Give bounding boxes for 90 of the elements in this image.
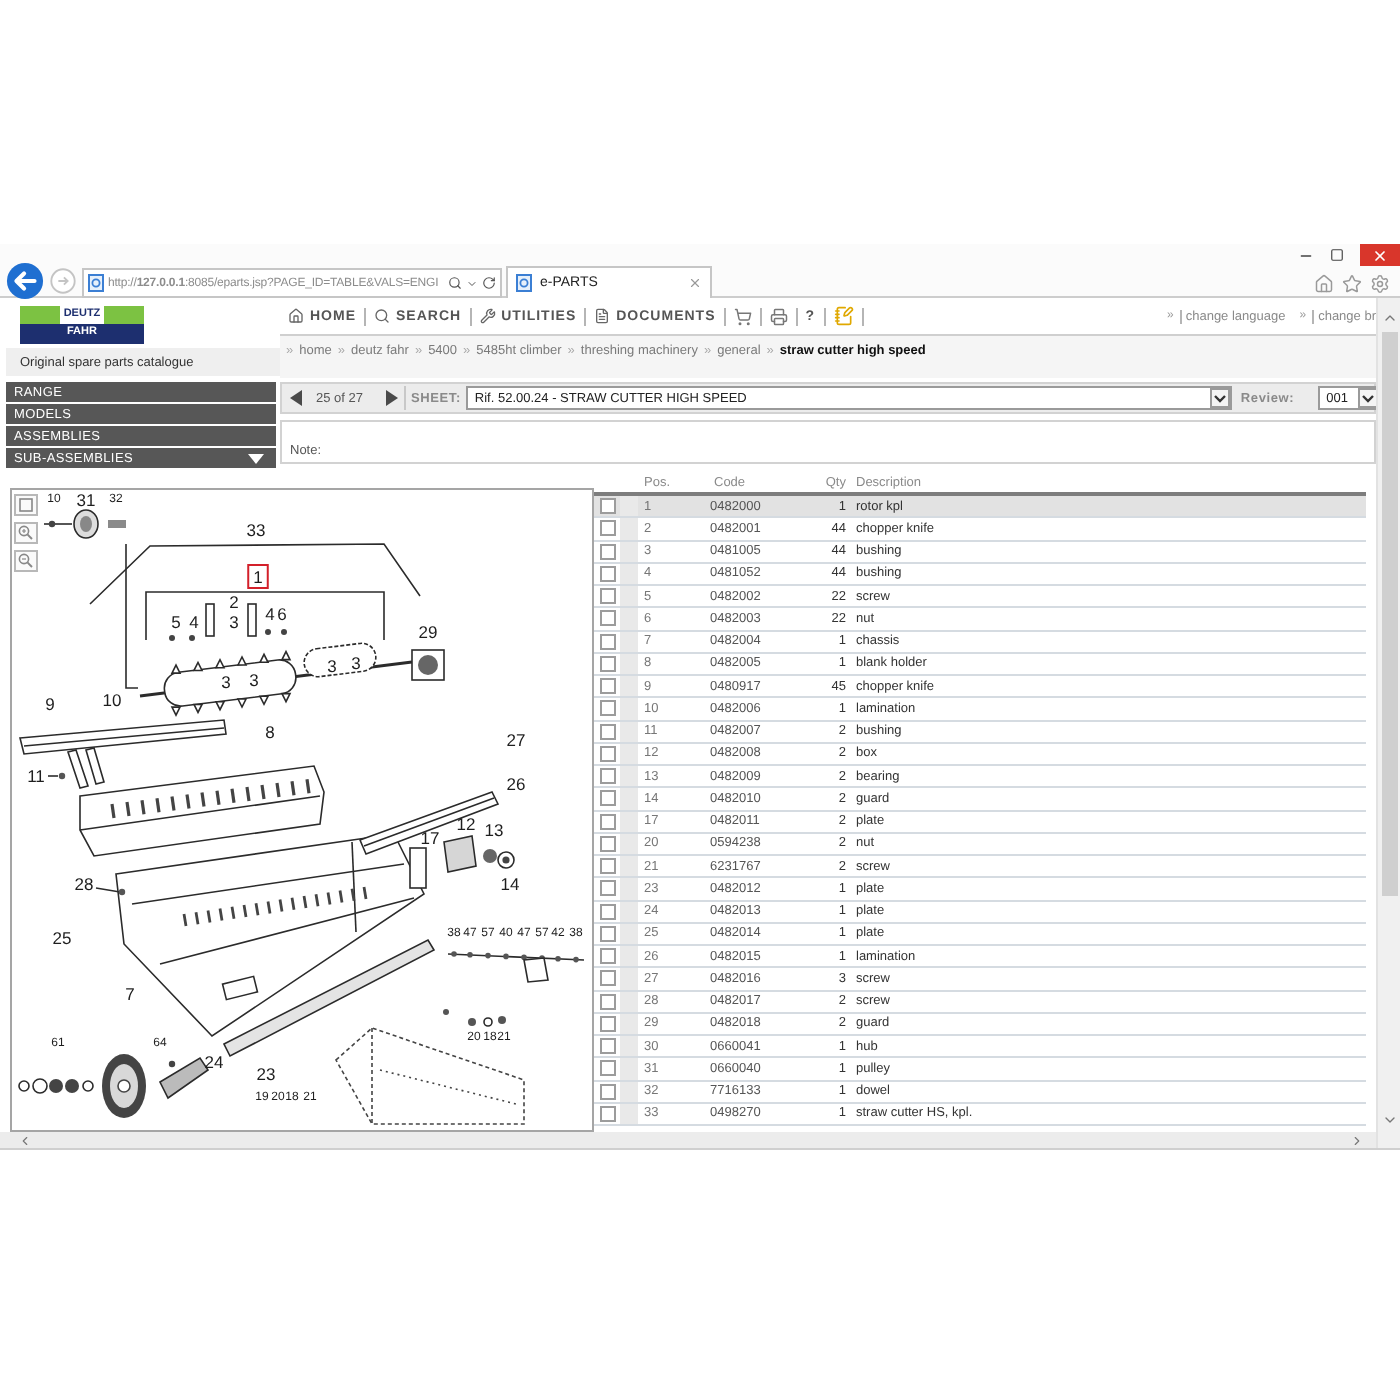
next-triangle-icon[interactable] (385, 390, 397, 406)
callout-number[interactable]: 23 (256, 1064, 276, 1084)
row-checkbox[interactable] (600, 678, 616, 695)
star-icon[interactable] (1342, 274, 1362, 294)
close-icon[interactable] (688, 276, 702, 290)
callout-number[interactable]: 13 (484, 820, 504, 840)
row-checkbox[interactable] (600, 1083, 616, 1100)
row-checkbox[interactable] (600, 543, 616, 560)
scroll-down-icon[interactable] (1381, 1112, 1397, 1128)
home-icon[interactable] (1314, 274, 1334, 294)
row-checkbox[interactable] (600, 745, 616, 762)
row-checkbox[interactable] (600, 1060, 616, 1077)
callout-number[interactable]: 7 (125, 984, 135, 1004)
row-checkbox[interactable] (600, 655, 616, 672)
callout-number[interactable]: 5 (171, 612, 181, 632)
callout-number[interactable]: 3 (327, 656, 337, 676)
callout-number[interactable]: 17 (420, 828, 440, 848)
callout-number[interactable]: 31 (76, 490, 96, 510)
row-checkbox[interactable] (600, 790, 616, 807)
row-checkbox[interactable] (600, 700, 616, 717)
maximize-icon[interactable] (1330, 248, 1344, 262)
callout-number[interactable]: 3 (221, 672, 231, 692)
zoom-out-icon[interactable] (14, 550, 38, 572)
close-icon (1372, 247, 1388, 263)
row-checkbox[interactable] (600, 948, 616, 965)
callout-number[interactable]: 28 (74, 874, 94, 894)
row-checkbox[interactable] (600, 498, 616, 515)
callout-number[interactable]: 12 (456, 814, 476, 834)
row-checkbox[interactable] (600, 1105, 616, 1122)
callout-number[interactable]: 3 (351, 653, 361, 673)
page-icon (88, 274, 104, 292)
callout-number[interactable]: 9 (45, 694, 55, 714)
row-checkbox[interactable] (600, 970, 616, 987)
scroll-up-icon[interactable] (1381, 310, 1397, 326)
callout-number[interactable]: 2 (229, 592, 239, 612)
previous-triangle-icon[interactable] (290, 390, 302, 406)
scroll-left-icon[interactable] (18, 1133, 32, 1147)
row-checkbox[interactable] (600, 565, 616, 582)
row-checkbox[interactable] (600, 588, 616, 605)
callout-number[interactable]: 29 (418, 622, 438, 642)
callout-number[interactable]: 8 (265, 722, 275, 742)
callout-number[interactable]: 26 (506, 774, 526, 794)
callout-number[interactable]: 3 (229, 612, 239, 632)
caret-icon[interactable] (466, 277, 478, 289)
scrollbar-thumb[interactable] (1381, 332, 1397, 896)
callout-number[interactable]: 4 (189, 612, 199, 632)
dropdown-triangle-icon[interactable] (248, 453, 264, 463)
zoom-in-icon[interactable] (14, 522, 38, 544)
row-checkbox[interactable] (600, 813, 616, 830)
fit-view-icon[interactable] (14, 494, 38, 516)
wrench-icon (479, 308, 496, 324)
row-checkbox[interactable] (600, 835, 616, 852)
hub-drawing (43, 509, 126, 539)
scroll-right-icon[interactable] (1350, 1133, 1364, 1147)
search-icon[interactable] (448, 276, 462, 290)
notepad-icon[interactable] (833, 306, 854, 326)
close-window-button[interactable] (1360, 244, 1400, 266)
callout-number[interactable]: 24 (204, 1052, 224, 1072)
callout-number[interactable]: 4 (265, 604, 275, 624)
row-checkbox[interactable] (600, 768, 616, 785)
refresh-icon[interactable] (482, 276, 496, 290)
callout-number[interactable]: 1 (247, 564, 269, 589)
row-checkbox[interactable] (600, 880, 616, 897)
row-checkbox[interactable] (600, 520, 616, 537)
cart-icon[interactable] (733, 307, 752, 325)
settings-icon[interactable] (1370, 274, 1390, 294)
row-checkbox[interactable] (600, 925, 616, 942)
home-icon (288, 308, 304, 324)
row-checkbox[interactable] (600, 723, 616, 740)
printer-icon[interactable] (769, 307, 788, 325)
row-checkbox[interactable] (600, 1038, 616, 1055)
document-icon (594, 308, 611, 324)
callout-number[interactable]: 14 (500, 874, 520, 894)
row-checkbox[interactable] (600, 1015, 616, 1032)
row-checkbox[interactable] (600, 633, 616, 650)
row-checkbox[interactable] (600, 903, 616, 920)
search-icon (374, 308, 390, 324)
callout-number[interactable]: 33 (246, 520, 266, 540)
horizontal-scrollbar[interactable] (0, 1132, 1376, 1148)
callout-number[interactable]: 25 (52, 928, 72, 948)
vertical-scrollbar[interactable] (1376, 298, 1400, 1148)
callout-number[interactable]: 6 (277, 604, 287, 624)
callout-number[interactable]: 11 (27, 766, 45, 786)
callout-number[interactable]: 10 (102, 690, 122, 710)
row-checkbox[interactable] (600, 858, 616, 875)
callout-number[interactable]: 27 (506, 730, 526, 750)
row-checkbox[interactable] (600, 993, 616, 1010)
page-icon (516, 274, 532, 292)
row-checkbox[interactable] (600, 610, 616, 627)
callout-number[interactable]: 3 (249, 670, 259, 690)
